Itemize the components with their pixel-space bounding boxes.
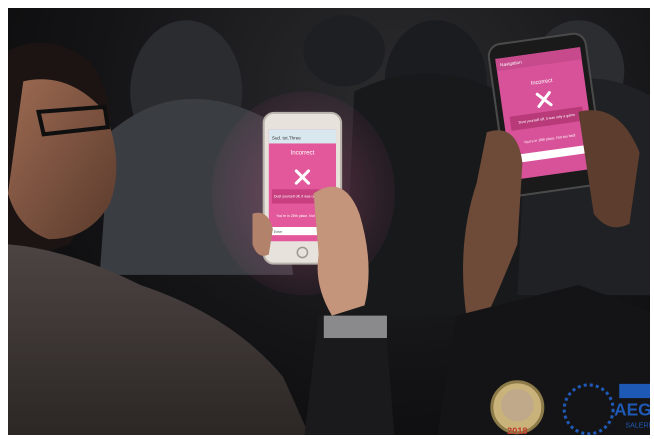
phone-left-status: Incorrect <box>291 150 315 157</box>
event-photo: Sud. tot.Three Incorrect Dust yourself o… <box>8 15 650 435</box>
aegee-city: SALERNO <box>625 422 650 430</box>
phone-left-app-bar: Sud. tot.Three <box>272 135 301 140</box>
aegee-name: AEGEE <box>614 399 650 419</box>
medal-logo: 2018 <box>490 380 545 435</box>
medal-year: 2018 <box>507 426 527 435</box>
phone-left-input-hint: Enter <box>274 230 283 234</box>
photo-scene: Sud. tot.Three Incorrect Dust yourself o… <box>8 8 650 435</box>
shirt-cuff <box>323 315 387 339</box>
